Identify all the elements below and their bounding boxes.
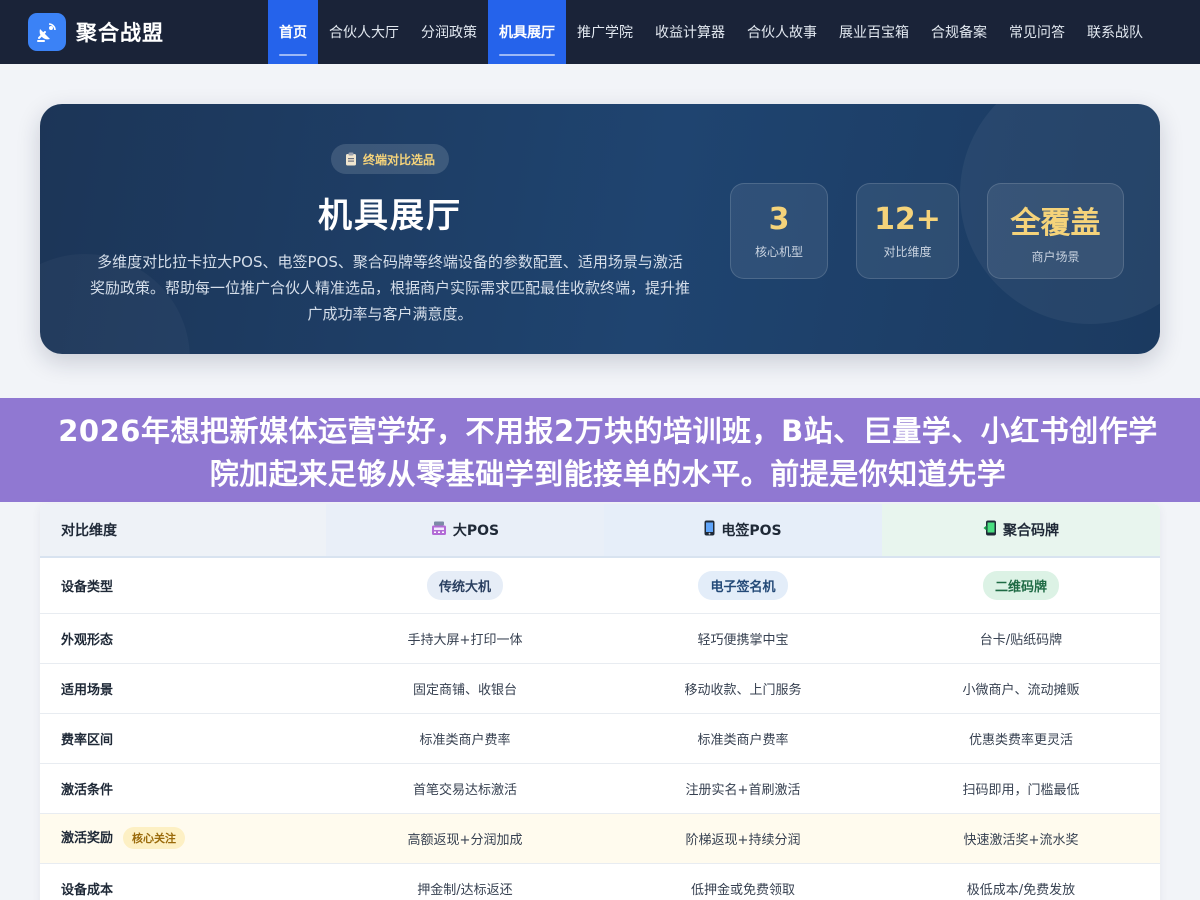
cell-e-sign-pos: 标准类商户费率 [604,713,882,764]
header-big-pos[interactable]: 大POS [326,504,604,558]
cell-e-sign-pos: 轻巧便携掌中宝 [604,613,882,664]
device-type-pill: 电子签名机 [698,570,788,600]
stat-card-dimensions: 12+ 对比维度 [856,183,959,279]
cell-big-pos: 固定商铺、收银台 [326,663,604,714]
table-row: 设备成本 押金制/达标返还 低押金或免费领取 极低成本/免费发放 [40,863,1160,900]
nav-item-label: 分润政策 [421,25,477,41]
clipboard-icon [345,152,357,166]
hero-tag-label: 终端对比选品 [362,152,435,167]
cell-qr-plaque: 台卡/贴纸码牌 [882,613,1160,664]
nav-item-label: 联系战队 [1087,25,1143,41]
device-type-pill: 传统大机 [426,570,503,600]
brand[interactable]: 聚合战盟 [28,13,268,51]
row-label: 激活条件 [40,763,326,814]
cell-e-sign-pos: 电子签名机 [604,557,882,614]
header-dimension: 对比维度 [40,504,326,558]
nav-item-profit-policy[interactable]: 分润政策 [410,0,488,64]
stat-label: 商户场景 [1031,249,1080,264]
nav-item-label: 推广学院 [577,25,633,41]
header-label: 电签POS [721,523,782,539]
stat-value: 全覆盖 [1010,205,1101,241]
cash-register-icon [431,521,447,540]
nav-item-label: 机具展厅 [499,25,555,41]
nav-item-home[interactable]: 首页 [268,0,318,64]
stat-label: 核心机型 [754,245,803,259]
cell-qr-plaque: 极低成本/免费发放 [882,863,1160,900]
nav-item-device-showroom[interactable]: 机具展厅 [488,0,566,64]
header-qr-plaque[interactable]: 聚合码牌 [882,504,1160,558]
stat-label: 对比维度 [883,245,932,259]
nav-item-label: 收益计算器 [655,25,725,41]
header-label: 聚合码牌 [1003,523,1059,539]
nav-item-faq[interactable]: 常见问答 [998,0,1076,64]
row-label: 费率区间 [40,713,326,764]
header-label: 大POS [452,523,500,539]
hero-tag: 终端对比选品 [330,144,449,174]
qr-plaque-icon [983,520,997,540]
cell-qr-plaque: 快速激活奖+流水奖 [882,813,1160,864]
nav-item-contact[interactable]: 联系战队 [1076,0,1154,64]
table-row: 激活条件 首笔交易达标激活 注册实名+首刷激活 扫码即用，门槛最低 [40,763,1160,814]
cell-e-sign-pos: 注册实名+首刷激活 [604,763,882,814]
comparison-table-card: 对比维度 大POS 电签POS 聚合码牌 设备类型 传统大机 电子签名机 二维码… [40,504,1160,900]
nav-item-label: 展业百宝箱 [839,25,909,41]
cell-big-pos: 押金制/达标返还 [326,863,604,900]
nav-item-label: 合规备案 [931,25,987,41]
row-label: 设备类型 [40,557,326,614]
overlay-caption-banner: 2026年想把新媒体运营学好，不用报2万块的培训班，B站、巨量学、小红书创作学院… [0,398,1200,502]
cell-big-pos: 首笔交易达标激活 [326,763,604,814]
cell-e-sign-pos: 阶梯返现+持续分润 [604,813,882,864]
row-label: 激活奖励 核心关注 [40,813,326,864]
cell-big-pos: 手持大屏+打印一体 [326,613,604,664]
nav-item-label: 常见问答 [1009,25,1065,41]
nav-item-label: 首页 [279,25,307,41]
cell-e-sign-pos: 低押金或免费领取 [604,863,882,900]
nav-item-partner-hall[interactable]: 合伙人大厅 [318,0,410,64]
row-label: 适用场景 [40,663,326,714]
cell-qr-plaque: 二维码牌 [882,557,1160,614]
table-row: 设备类型 传统大机 电子签名机 二维码牌 [40,557,1160,614]
core-focus-badge: 核心关注 [123,827,186,850]
nav-menu: 首页 合伙人大厅 分润政策 机具展厅 推广学院 收益计算器 合伙人故事 展业百宝… [268,0,1154,64]
table-row: 外观形态 手持大屏+打印一体 轻巧便携掌中宝 台卡/贴纸码牌 [40,613,1160,664]
table-header-row: 对比维度 大POS 电签POS 聚合码牌 [40,504,1160,558]
brand-name: 聚合战盟 [76,21,164,45]
header-e-sign-pos[interactable]: 电签POS [604,504,882,558]
nav-item-toolbox[interactable]: 展业百宝箱 [828,0,920,64]
nav-item-calculator[interactable]: 收益计算器 [644,0,736,64]
comparison-table: 对比维度 大POS 电签POS 聚合码牌 设备类型 传统大机 电子签名机 二维码… [40,504,1160,900]
stat-card-models: 3 核心机型 [730,183,828,279]
row-label-text: 激活奖励 [61,830,114,846]
row-label: 设备成本 [40,863,326,900]
hero-description: 多维度对比拉卡拉大POS、电签POS、聚合码牌等终端设备的参数配置、适用场景与激… [90,253,691,323]
cell-e-sign-pos: 移动收款、上门服务 [604,663,882,714]
top-navigation-bar: 聚合战盟 首页 合伙人大厅 分润政策 机具展厅 推广学院 收益计算器 合伙人故事… [0,0,1200,64]
device-type-pill: 二维码牌 [982,570,1059,600]
nav-item-label: 合伙人大厅 [329,25,399,41]
nav-item-stories[interactable]: 合伙人故事 [736,0,828,64]
satellite-dish-icon [28,13,66,51]
hero-content: 终端对比选品 机具展厅 多维度对比拉卡拉大POS、电签POS、聚合码牌等终端设备… [40,104,740,354]
nav-item-compliance[interactable]: 合规备案 [920,0,998,64]
table-row: 适用场景 固定商铺、收银台 移动收款、上门服务 小微商户、流动摊贩 [40,663,1160,714]
stat-value: 12+ [874,202,941,237]
cell-qr-plaque: 小微商户、流动摊贩 [882,663,1160,714]
table-row: 费率区间 标准类商户费率 标准类商户费率 优惠类费率更灵活 [40,713,1160,764]
row-label: 外观形态 [40,613,326,664]
table-row-highlight: 激活奖励 核心关注 高额返现+分润加成 阶梯返现+持续分润 快速激活奖+流水奖 [40,813,1160,864]
nav-item-academy[interactable]: 推广学院 [566,0,644,64]
mobile-phone-icon [704,520,715,540]
stat-card-scenarios: 全覆盖 商户场景 [987,183,1124,279]
hero-banner: 终端对比选品 机具展厅 多维度对比拉卡拉大POS、电签POS、聚合码牌等终端设备… [40,104,1160,354]
stat-value: 3 [768,202,790,237]
cell-big-pos: 标准类商户费率 [326,713,604,764]
cell-qr-plaque: 扫码即用，门槛最低 [882,763,1160,814]
cell-big-pos: 传统大机 [326,557,604,614]
nav-item-label: 合伙人故事 [747,25,817,41]
overlay-caption-text: 2026年想把新媒体运营学好，不用报2万块的培训班，B站、巨量学、小红书创作学院… [58,414,1158,491]
cell-qr-plaque: 优惠类费率更灵活 [882,713,1160,764]
page-title: 机具展厅 [318,196,462,236]
cell-big-pos: 高额返现+分润加成 [326,813,604,864]
hero-stats: 3 核心机型 12+ 对比维度 全覆盖 商户场景 [730,183,1124,279]
